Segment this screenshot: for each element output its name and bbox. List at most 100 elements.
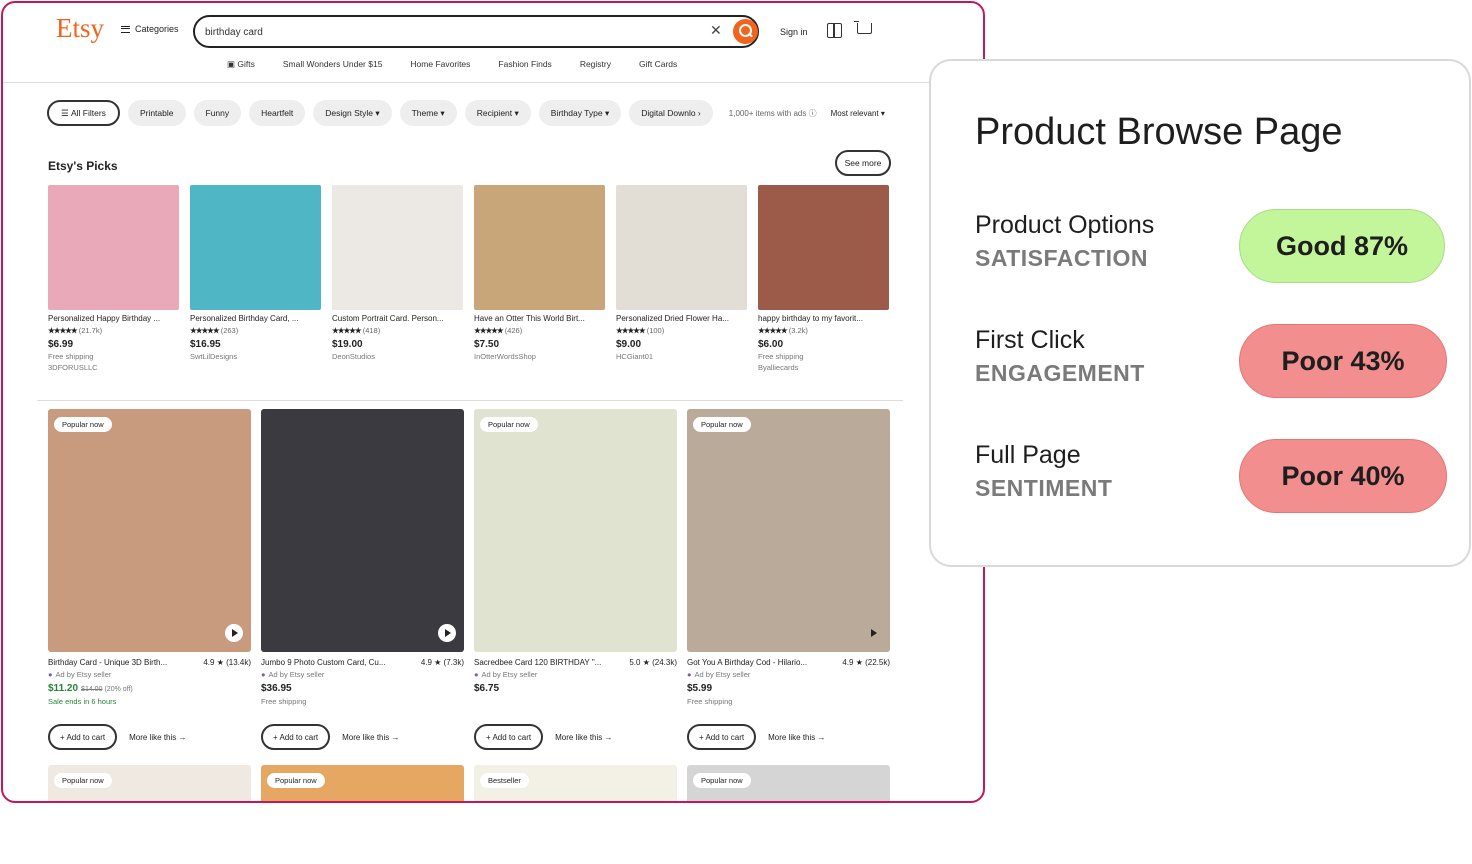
pick-item[interactable]: Have an Otter This World Birt... ★★★★★ (… <box>474 185 605 372</box>
metric-label: Full Page <box>975 441 1081 469</box>
listing-image[interactable]: Popular now <box>261 765 464 801</box>
listing-image[interactable]: Popular now <box>474 409 677 652</box>
review-count: (426) <box>504 326 523 335</box>
chip-recipient[interactable]: Recipient ▾ <box>464 100 531 126</box>
more-like-this-link[interactable]: More like this → <box>129 733 186 742</box>
metric-label: First Click <box>975 326 1085 354</box>
listing-title[interactable]: Got You A Birthday Cod - Hilario... <box>687 658 827 667</box>
nav-registry[interactable]: Registry <box>580 59 611 70</box>
review-count: (418) <box>362 326 381 335</box>
all-filters-button[interactable]: ☰ All Filters <box>47 100 120 126</box>
pick-item[interactable]: Custom Portrait Card. Person... ★★★★★ (4… <box>332 185 463 372</box>
more-like-this-link[interactable]: More like this → <box>342 733 399 742</box>
shipping-note: Free shipping <box>48 352 94 361</box>
chip-funny[interactable]: Funny <box>193 100 242 126</box>
product-price: $6.99 <box>48 339 74 350</box>
chip-heartfelt[interactable]: Heartfelt <box>249 100 306 126</box>
subnav: Gifts Small Wonders Under $15 Home Favor… <box>227 59 677 70</box>
product-title[interactable]: Personalized Birthday Card, ... <box>190 314 321 323</box>
listing-rating: 4.9 ★ (7.3k) <box>420 658 464 667</box>
product-image[interactable] <box>190 185 321 310</box>
discount-label: (20% off) <box>104 686 133 693</box>
product-title[interactable]: Personalized Happy Birthday ... <box>48 314 179 323</box>
sign-in-link[interactable]: Sign in <box>780 27 808 37</box>
listing-image[interactable]: Popular now <box>687 409 890 652</box>
listing-rating: 5.0 ★ (24.3k) <box>629 658 677 667</box>
metric-score-pill: Good 87% <box>1239 209 1445 283</box>
listing-card[interactable]: Popular now Sacredbee Card 120 BIRTHDAY … <box>474 409 677 750</box>
etsy-logo[interactable]: Etsy <box>56 13 104 44</box>
product-title[interactable]: happy birthday to my favorit... <box>758 314 889 323</box>
listing-image[interactable]: Bestseller <box>474 765 677 801</box>
shipping-note: Free shipping <box>261 697 307 706</box>
chip-design-style[interactable]: Design Style ▾ <box>313 100 392 126</box>
add-to-cart-button[interactable]: + Add to cart <box>687 724 757 750</box>
listing-card[interactable]: Jumbo 9 Photo Custom Card, Cu... 4.9 ★ (7… <box>261 409 464 750</box>
popular-badge: Popular now <box>480 417 538 432</box>
pick-item[interactable]: Personalized Birthday Card, ... ★★★★★ (2… <box>190 185 321 372</box>
pick-item[interactable]: Personalized Dried Flower Ha... ★★★★★ (1… <box>616 185 747 372</box>
listing-title[interactable]: Jumbo 9 Photo Custom Card, Cu... <box>261 658 401 667</box>
stars-icon: ★★★★★ <box>616 326 646 335</box>
listing-card[interactable]: Popular now Got You A Birthday Cod - Hil… <box>687 409 890 750</box>
listing-card[interactable]: Popular now Birthday Card - Unique 3D Bi… <box>48 409 251 750</box>
nav-small-wonders[interactable]: Small Wonders Under $15 <box>283 59 383 70</box>
product-image[interactable] <box>616 185 747 310</box>
listing-title[interactable]: Birthday Card - Unique 3D Birth... <box>48 658 188 667</box>
listing-image[interactable] <box>261 409 464 652</box>
listing-title[interactable]: Sacredbee Card 120 BIRTHDAY "... <box>474 658 614 667</box>
see-more-button[interactable]: See more <box>835 150 891 176</box>
sort-dropdown[interactable]: Most relevant ▾ <box>831 109 885 118</box>
sale-price: $11.20 <box>48 683 79 694</box>
add-to-cart-button[interactable]: + Add to cart <box>48 724 118 750</box>
nav-home-favorites[interactable]: Home Favorites <box>410 59 470 70</box>
pick-item[interactable]: Personalized Happy Birthday ... ★★★★★ (2… <box>48 185 179 372</box>
chip-printable[interactable]: Printable <box>127 100 186 126</box>
shop-name[interactable]: 3DFORUSLLC <box>48 363 179 372</box>
play-video-icon[interactable] <box>864 624 882 642</box>
chip-digital-download[interactable]: Digital Downlo › <box>629 100 713 126</box>
shop-name[interactable]: SwtLilDesigns <box>190 352 321 361</box>
chip-theme[interactable]: Theme ▾ <box>399 100 457 126</box>
shop-name[interactable]: HCGiant01 <box>616 352 747 361</box>
product-image[interactable] <box>758 185 889 310</box>
product-image[interactable] <box>332 185 463 310</box>
review-count: (21.7k) <box>78 326 103 335</box>
search-input[interactable] <box>205 23 685 41</box>
metric-category: ENGAGEMENT <box>975 360 1145 386</box>
listing-image[interactable]: Popular now <box>48 409 251 652</box>
popular-badge: Popular now <box>54 773 112 788</box>
add-to-cart-button[interactable]: + Add to cart <box>261 724 331 750</box>
shop-name[interactable]: InOtterWordsShop <box>474 352 605 361</box>
product-title[interactable]: Custom Portrait Card. Person... <box>332 314 463 323</box>
pick-item[interactable]: happy birthday to my favorit... ★★★★★ (3… <box>758 185 889 372</box>
nav-fashion-finds[interactable]: Fashion Finds <box>498 59 551 70</box>
nav-gifts[interactable]: Gifts <box>227 59 254 70</box>
shop-name[interactable]: DeonStudios <box>332 352 463 361</box>
clear-search-icon[interactable]: ✕ <box>710 22 722 39</box>
product-title[interactable]: Have an Otter This World Birt... <box>474 314 605 323</box>
product-rating: ★★★★★ (21.7k) <box>48 326 179 335</box>
product-title[interactable]: Personalized Dried Flower Ha... <box>616 314 747 323</box>
chip-birthday-type[interactable]: Birthday Type ▾ <box>538 100 622 126</box>
section-divider <box>37 400 903 401</box>
search-icon[interactable] <box>733 19 758 44</box>
gift-icon[interactable] <box>827 23 842 38</box>
add-to-cart-button[interactable]: + Add to cart <box>474 724 544 750</box>
product-image[interactable] <box>474 185 605 310</box>
stars-icon: ★★★★★ <box>758 326 788 335</box>
nav-gift-cards[interactable]: Gift Cards <box>639 59 677 70</box>
listing-rating: 4.9 ★ (22.5k) <box>842 658 890 667</box>
listing-image[interactable]: Popular now <box>687 765 890 801</box>
product-price: $6.00 <box>758 339 784 350</box>
more-like-this-link[interactable]: More like this → <box>555 733 612 742</box>
play-video-icon[interactable] <box>438 624 456 642</box>
more-like-this-link[interactable]: More like this → <box>768 733 825 742</box>
categories-button[interactable]: Categories <box>121 24 179 34</box>
product-image[interactable] <box>48 185 179 310</box>
listing-image[interactable]: Popular now <box>48 765 251 801</box>
review-count: (3.2k) <box>788 326 808 335</box>
play-video-icon[interactable] <box>225 624 243 642</box>
cart-icon[interactable] <box>854 21 872 34</box>
shop-name[interactable]: Byalliecards <box>758 363 889 372</box>
